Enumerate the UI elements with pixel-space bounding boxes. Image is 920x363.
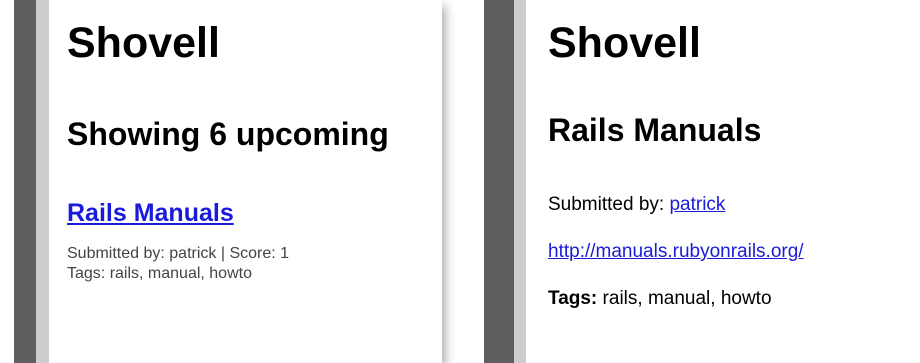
upcoming-stories-window: Shovell Showing 6 upcoming Rails Manuals… [0,0,442,363]
tags-label: Tags: [548,288,598,309]
sidebar-light-stripe [36,0,49,363]
story-detail-window: Shovell Rails Manuals Submitted by: patr… [484,0,920,363]
site-title: Shovell [67,19,220,67]
submitter-link[interactable]: patrick [669,194,725,215]
story-url-line: http://manuals.rubyonrails.org/ [548,240,804,264]
story-submitted-score: Submitted by: patrick | Score: 1 [67,245,290,262]
screenshot-stage: Shovell Showing 6 upcoming Rails Manuals… [0,0,920,363]
upcoming-page-content: Shovell Showing 6 upcoming Rails Manuals… [67,0,389,284]
story-page-content: Shovell Rails Manuals Submitted by: patr… [548,0,804,311]
sidebar-dark-stripe [14,0,36,363]
story-title: Rails Manuals [548,112,762,148]
submitted-by-line: Submitted by: patrick [548,193,804,217]
tags-value: rails, manual, howto [602,288,772,309]
sidebar-light-stripe [514,0,526,363]
story-url-link[interactable]: http://manuals.rubyonrails.org/ [548,241,804,262]
page-heading: Showing 6 upcoming [67,116,389,152]
site-title: Shovell [548,19,701,67]
submitted-by-label: Submitted by: [548,194,665,215]
story-title-link[interactable]: Rails Manuals [67,198,234,228]
tags-line: Tags: rails, manual, howto [548,287,804,311]
sidebar-dark-stripe [484,0,514,363]
story-tags: Tags: rails, manual, howto [67,265,252,282]
